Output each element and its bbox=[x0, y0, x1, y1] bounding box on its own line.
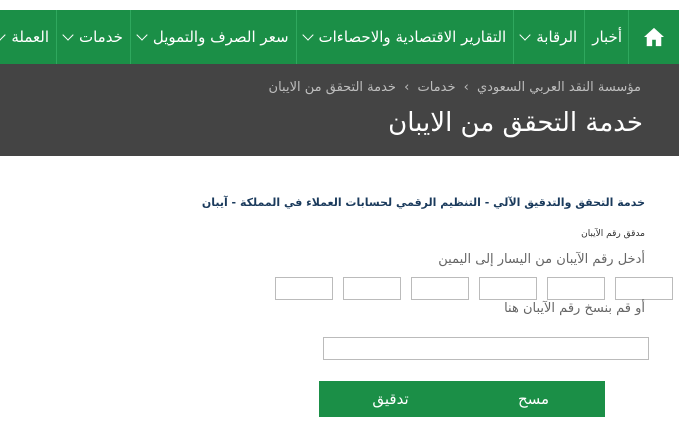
breadcrumb: مؤسسة النقد العربي السعودي › خدمات › خدم… bbox=[270, 80, 642, 95]
nav-item-label: التقارير الاقتصادية والاحصاءات bbox=[319, 28, 508, 46]
chevron-left-icon: › bbox=[405, 80, 411, 95]
breadcrumb-item-current: خدمة التحقق من الايبان bbox=[269, 80, 397, 95]
home-icon bbox=[645, 27, 665, 47]
breadcrumb-item-home[interactable]: مؤسسة النقد العربي السعودي bbox=[478, 80, 642, 95]
iban-segment-inputs bbox=[276, 277, 674, 300]
iban-paste-input[interactable] bbox=[324, 337, 650, 360]
nav-item-4[interactable]: خدمات bbox=[56, 10, 131, 64]
chevron-left-icon: › bbox=[464, 80, 470, 95]
breadcrumb-item-services[interactable]: خدمات bbox=[418, 80, 456, 95]
nav-item-1[interactable]: الرقابة bbox=[514, 10, 585, 64]
paste-label: أو قم بنسخ رقم الآيبان هنا bbox=[505, 301, 646, 316]
action-bar: مسح تدقيق bbox=[320, 381, 606, 417]
chevron-down-icon bbox=[63, 28, 75, 41]
top-strip bbox=[0, 0, 680, 10]
nav-item-5[interactable]: العملة bbox=[0, 10, 57, 64]
clear-button[interactable]: مسح bbox=[463, 381, 606, 417]
iban-segment-input[interactable] bbox=[548, 277, 606, 300]
instruction-text: أدخل رقم الآيبان من اليسار إلى اليمين bbox=[439, 252, 646, 267]
service-heading: خدمة التحقق والتدقيق الآلي - التنظيم الر… bbox=[202, 196, 646, 209]
nav-item-label: سعر الصرف والتمويل bbox=[153, 28, 290, 46]
chevron-down-icon bbox=[302, 28, 315, 41]
nav-item-label: خدمات bbox=[79, 28, 124, 46]
iban-segment-input[interactable] bbox=[412, 277, 470, 300]
iban-segment-input[interactable] bbox=[480, 277, 538, 300]
home-button[interactable] bbox=[629, 10, 680, 64]
nav-item-0[interactable]: أخبار bbox=[585, 10, 630, 64]
nav-item-label: أخبار bbox=[593, 28, 623, 46]
page-title: خدمة التحقق من الايبان bbox=[389, 108, 644, 138]
nav-item-2[interactable]: التقارير الاقتصادية والاحصاءات bbox=[296, 10, 515, 64]
iban-segment-input[interactable] bbox=[276, 277, 334, 300]
chevron-down-icon bbox=[0, 28, 7, 41]
nav-item-label: الرقابة bbox=[537, 28, 579, 46]
iban-segment-input[interactable] bbox=[616, 277, 674, 300]
nav-menu: أخبار الرقابة التقارير الاقتصادية والاحصاء… bbox=[0, 10, 630, 64]
nav-item-3[interactable]: سعر الصرف والتمويل bbox=[130, 10, 297, 64]
chevron-down-icon bbox=[137, 28, 149, 41]
chevron-down-icon bbox=[520, 28, 532, 41]
nav-item-label: العملة bbox=[12, 28, 50, 46]
verifier-label: مدقق رقم الآيبان bbox=[582, 229, 646, 239]
page-banner: مؤسسة النقد العربي السعودي › خدمات › خدم… bbox=[0, 64, 680, 156]
iban-segment-input[interactable] bbox=[344, 277, 402, 300]
verify-button[interactable]: تدقيق bbox=[320, 381, 463, 417]
